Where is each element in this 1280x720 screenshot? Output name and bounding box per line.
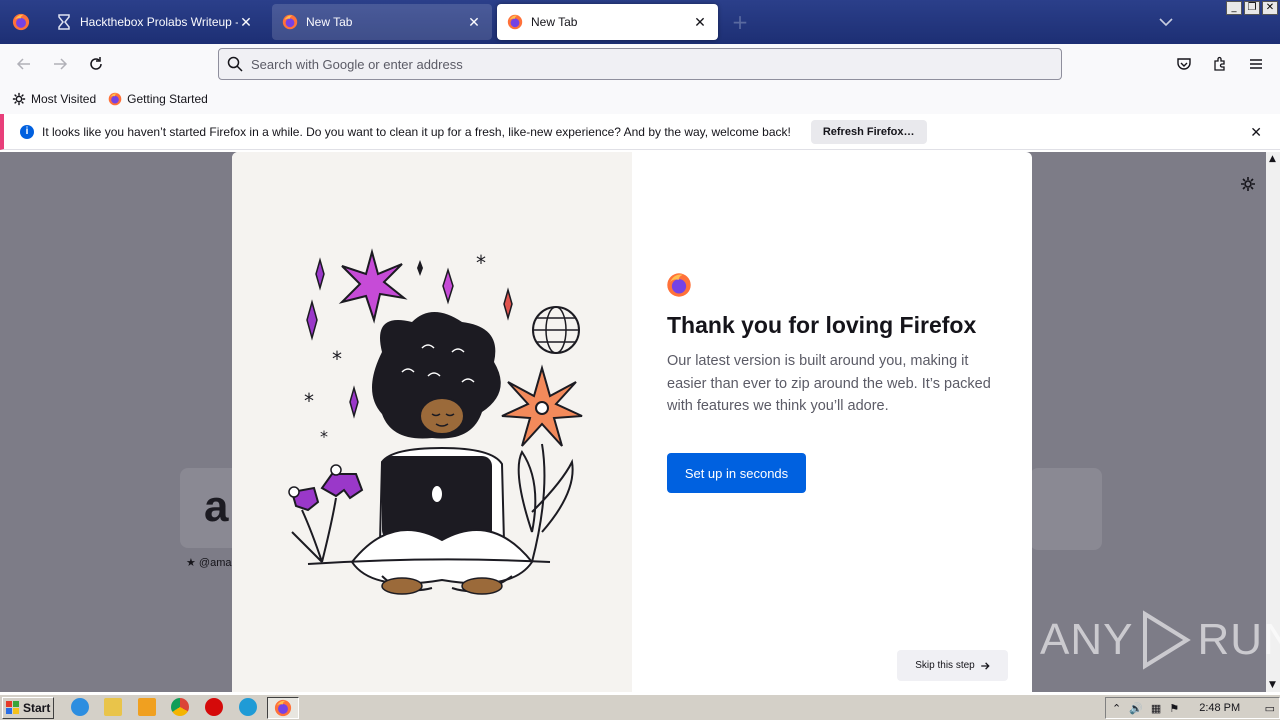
gear-icon[interactable]: [1240, 176, 1256, 192]
show-desktop-icon[interactable]: ▭: [1265, 702, 1275, 715]
svg-text:*: *: [476, 251, 486, 275]
onboarding-content: Thank you for loving Firefox Our latest …: [632, 152, 1032, 692]
illustration-panel: * * * *: [232, 152, 632, 692]
top-site-tile[interactable]: [1030, 468, 1102, 550]
firefox-taskbar-button[interactable]: [267, 697, 299, 719]
pocket-icon: [1177, 58, 1191, 70]
windows-logo-icon: [6, 700, 19, 714]
tab-strip: Hackthebox Prolabs Writeup - HTB ✕ New T…: [0, 0, 1280, 44]
svg-text:*: *: [304, 389, 314, 413]
notification-message: It looks like you haven’t started Firefo…: [42, 124, 791, 139]
firefox-logo-icon: [667, 273, 691, 297]
minimize-button[interactable]: _: [1226, 1, 1242, 15]
navigation-toolbar: Search with Google or enter address: [0, 44, 1280, 84]
extensions-button[interactable]: [1209, 53, 1231, 75]
bookmarks-toolbar: Most Visited Getting Started: [0, 84, 1280, 114]
scroll-up-icon[interactable]: ▲: [1269, 154, 1276, 164]
scroll-down-icon[interactable]: ▼: [1269, 680, 1276, 690]
system-tray: ⌃ 🔊 ▦ ⚑ 2:48 PM ▭: [1105, 697, 1280, 719]
tab-title: Hackthebox Prolabs Writeup - HTB: [80, 15, 238, 29]
arrow-right-icon: [54, 58, 68, 70]
skip-step-button[interactable]: Skip this step: [897, 650, 1008, 681]
close-icon[interactable]: ✕: [466, 14, 482, 30]
firefox-icon: [282, 14, 298, 30]
flag-icon[interactable]: ⚑: [1169, 702, 1179, 715]
top-site-label: ★ @ama: [186, 557, 232, 569]
volume-icon[interactable]: 🔊: [1129, 702, 1143, 715]
forward-button[interactable]: [49, 53, 71, 75]
close-icon[interactable]: ✕: [238, 14, 254, 30]
pocket-button[interactable]: [1173, 53, 1195, 75]
firefox-view-button[interactable]: [0, 0, 42, 44]
close-icon[interactable]: ✕: [1250, 124, 1262, 141]
bookmark-getting-started[interactable]: Getting Started: [108, 92, 208, 106]
firefox-icon: [12, 13, 30, 31]
clock[interactable]: 2:48 PM: [1199, 702, 1240, 714]
skip-label: Skip this step: [915, 660, 975, 671]
tray-expand-icon[interactable]: ⌃: [1112, 702, 1121, 715]
svg-text:*: *: [320, 427, 328, 446]
onboarding-title: Thank you for loving Firefox: [667, 312, 977, 338]
tab-title: New Tab: [306, 15, 353, 29]
chevron-down-icon[interactable]: [1156, 12, 1176, 32]
tab-new-tab[interactable]: New Tab ✕: [272, 4, 492, 40]
bookmark-label: Getting Started: [127, 92, 208, 106]
tab-hackthebox[interactable]: Hackthebox Prolabs Writeup - HTB ✕: [46, 4, 264, 40]
close-icon[interactable]: ✕: [692, 14, 708, 30]
svg-text:*: *: [332, 347, 342, 371]
media-player-icon[interactable]: [138, 698, 156, 716]
folder-icon[interactable]: [104, 698, 122, 716]
start-button[interactable]: Start: [2, 696, 54, 719]
onboarding-subtitle: Our latest version is built around you, …: [667, 353, 991, 414]
tab-new-tab-active[interactable]: New Tab ✕: [497, 4, 718, 40]
person-with-laptop-illustration: * * * *: [288, 248, 583, 595]
network-icon[interactable]: ▦: [1151, 702, 1161, 715]
gear-icon: [12, 92, 26, 106]
window-controls: _ ❐ ✕: [1226, 1, 1278, 15]
arrow-right-icon: [980, 661, 990, 670]
onboarding-modal: * * * * Thank you for loving Firefox Our…: [232, 152, 1032, 692]
url-placeholder: Search with Google or enter address: [251, 56, 463, 72]
bookmark-label: Most Visited: [31, 92, 97, 106]
firefox-icon: [507, 14, 523, 30]
refresh-notification-bar: i It looks like you haven’t started Fire…: [0, 114, 1280, 150]
reload-button[interactable]: [85, 53, 107, 75]
setup-button[interactable]: Set up in seconds: [667, 453, 806, 493]
close-window-button[interactable]: ✕: [1262, 1, 1278, 15]
play-icon: [1143, 610, 1192, 670]
opera-icon[interactable]: [205, 698, 223, 716]
ie-icon[interactable]: [71, 698, 89, 716]
firefox-icon: [274, 699, 292, 717]
search-icon: [227, 56, 243, 72]
puzzle-icon: [1214, 56, 1225, 71]
hamburger-icon: [1250, 59, 1262, 69]
new-tab-button[interactable]: +: [728, 10, 752, 34]
taskbar: Start: [0, 694, 1280, 720]
reload-icon: [90, 57, 102, 70]
url-bar[interactable]: Search with Google or enter address: [218, 48, 1062, 80]
amazon-logo: a: [204, 482, 229, 531]
arrow-left-icon: [16, 58, 30, 70]
edge-icon[interactable]: [239, 698, 257, 716]
hourglass-icon: [58, 14, 70, 30]
bookmark-most-visited[interactable]: Most Visited: [12, 92, 96, 106]
back-button[interactable]: [13, 53, 35, 75]
watermark-text: RUN: [1197, 615, 1280, 664]
chrome-icon[interactable]: [171, 698, 189, 716]
watermark-text: ANY: [1040, 615, 1134, 664]
start-label: Start: [23, 700, 51, 715]
refresh-firefox-button[interactable]: Refresh Firefox…: [810, 119, 927, 144]
restore-button[interactable]: ❐: [1244, 1, 1260, 15]
info-icon: i: [20, 124, 34, 139]
tab-title: New Tab: [531, 15, 578, 29]
app-menu-button[interactable]: [1245, 53, 1267, 75]
anyrun-watermark: ANY RUN: [1040, 610, 1280, 670]
firefox-icon: [108, 92, 122, 106]
